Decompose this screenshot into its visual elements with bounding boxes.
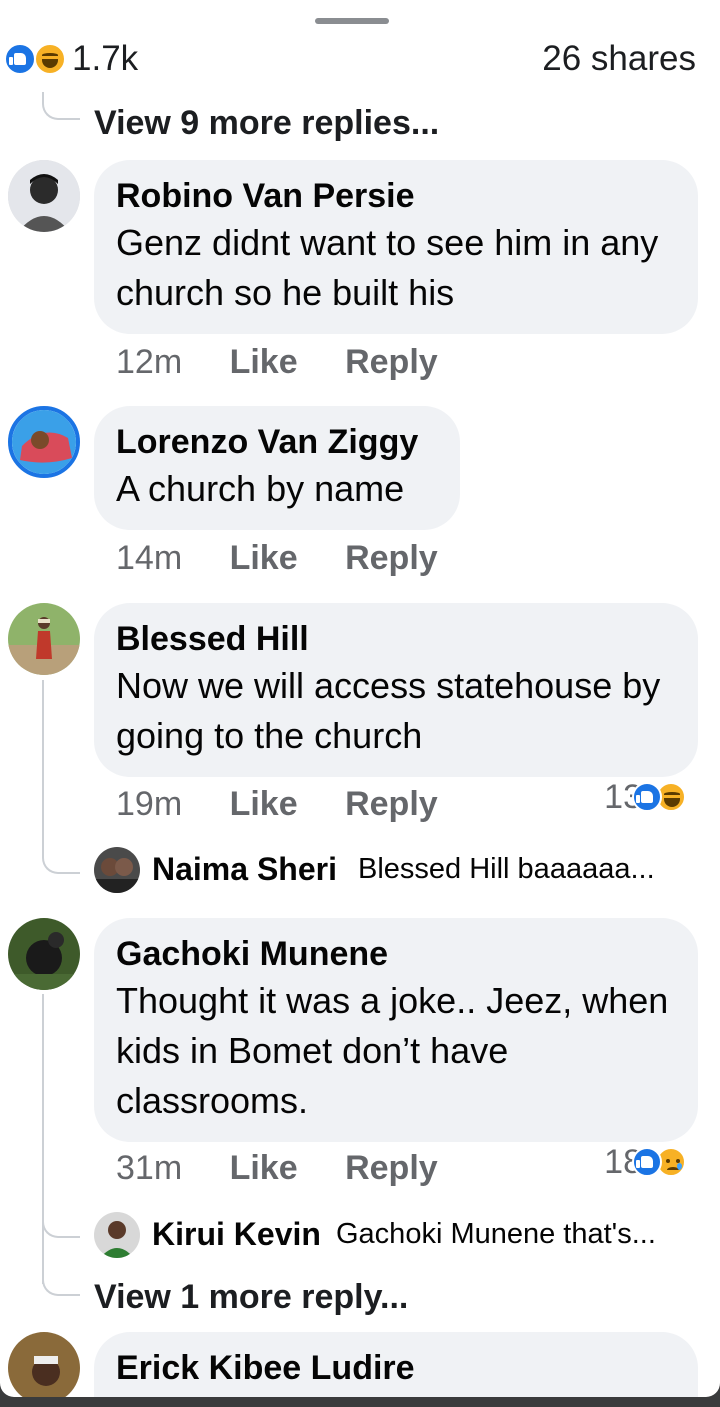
thread-connector [42, 92, 80, 120]
commenter-name[interactable]: Gachoki Munene [116, 932, 676, 976]
comment-text: Genz didnt want to see him in any church… [116, 222, 659, 313]
like-icon [632, 782, 662, 812]
comment-time: 14m [116, 539, 183, 577]
reactions-summary-bar: 1.7k 26 shares [0, 38, 720, 82]
reply-preview[interactable]: Naima Sheri Blessed Hill baaaaaa... [94, 845, 694, 895]
commenter-name[interactable]: Robino Van Persie [116, 174, 676, 218]
comment-actions: 19m Like Reply [116, 782, 476, 826]
like-button[interactable]: Like [230, 782, 298, 826]
avatar[interactable] [8, 160, 80, 232]
like-button[interactable]: Like [230, 340, 298, 384]
thread-connector [42, 1210, 80, 1238]
commenter-name[interactable]: Lorenzo Van Ziggy [116, 420, 438, 464]
haha-icon [34, 43, 66, 75]
bottom-edge [0, 1397, 720, 1407]
comment-bubble[interactable]: Gachoki Munene Thought it was a joke.. J… [94, 918, 698, 1142]
reply-preview[interactable]: Kirui Kevin Gachoki Munene that's... [94, 1210, 694, 1260]
comment-bubble[interactable]: Robino Van Persie Genz didnt want to see… [94, 160, 698, 334]
comment-text: Thought it was a joke.. Jeez, when kids … [116, 980, 669, 1121]
reply-button[interactable]: Reply [345, 782, 438, 826]
comment-time: 19m [116, 785, 183, 823]
like-icon [4, 43, 36, 75]
thread-connector [42, 838, 80, 874]
shares-count[interactable]: 26 shares [542, 38, 696, 80]
avatar[interactable] [8, 1332, 80, 1397]
comment-bubble[interactable]: Erick Kibee Ludire [94, 1332, 698, 1397]
avatar[interactable] [8, 918, 80, 990]
view-more-replies-link[interactable]: View 9 more replies... [94, 103, 439, 143]
reply-snippet: Gachoki Munene that's... [336, 1218, 656, 1250]
avatar[interactable] [8, 406, 80, 478]
reply-button[interactable]: Reply [345, 340, 438, 384]
comment-text: Now we will access statehouse by going t… [116, 665, 661, 756]
comments-sheet: 1.7k 26 shares View 9 more replies... Ro… [0, 0, 720, 1397]
thread-connector [42, 1266, 80, 1296]
like-button[interactable]: Like [230, 1146, 298, 1190]
reply-button[interactable]: Reply [345, 1146, 438, 1190]
thread-line [42, 994, 44, 1284]
drag-handle[interactable] [315, 18, 389, 24]
like-button[interactable]: Like [230, 536, 298, 580]
comment-time: 31m [116, 1149, 183, 1187]
commenter-name[interactable]: Erick Kibee Ludire [116, 1346, 676, 1390]
commenter-name[interactable]: Blessed Hill [116, 617, 676, 661]
comment-bubble[interactable]: Lorenzo Van Ziggy A church by name [94, 406, 460, 530]
comment-actions: 31m Like Reply [116, 1146, 476, 1190]
view-more-replies-link[interactable]: View 1 more reply... [94, 1277, 408, 1317]
like-icon [632, 1147, 662, 1177]
comment-bubble[interactable]: Blessed Hill Now we will access statehou… [94, 603, 698, 777]
comment-time: 12m [116, 343, 183, 381]
reply-snippet: Blessed Hill baaaaaa... [358, 853, 655, 885]
comment-reactions[interactable]: 18 [588, 1143, 700, 1181]
reply-author[interactable]: Naima Sheri [152, 849, 337, 889]
reaction-count[interactable]: 1.7k [72, 38, 138, 80]
comment-actions: 14m Like Reply [116, 536, 476, 580]
avatar[interactable] [8, 603, 80, 675]
thread-line [42, 680, 44, 850]
comment-actions: 12m Like Reply [116, 340, 476, 384]
reply-button[interactable]: Reply [345, 536, 438, 580]
avatar [94, 847, 140, 893]
reply-author[interactable]: Kirui Kevin [152, 1214, 321, 1254]
comment-text: A church by name [116, 468, 405, 509]
comment-reactions[interactable]: 13 [588, 778, 700, 816]
avatar [94, 1212, 140, 1258]
